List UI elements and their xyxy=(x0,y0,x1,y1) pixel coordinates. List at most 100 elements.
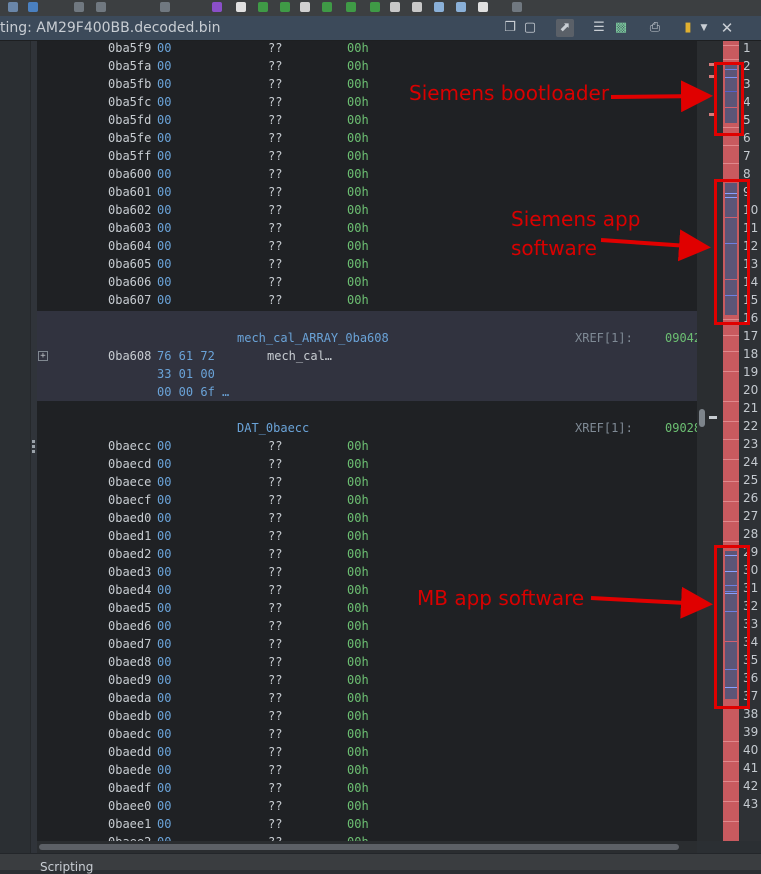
nav-separator xyxy=(723,421,739,422)
nav-separator xyxy=(723,163,739,164)
row-bytes: 00 xyxy=(157,691,172,705)
row-bytes: 00 xyxy=(157,239,172,253)
toolbar-icon[interactable] xyxy=(346,2,356,12)
row-bytes: 00 xyxy=(157,511,172,525)
row-bytes: 00 xyxy=(157,275,172,289)
toolbar-icon[interactable] xyxy=(370,2,380,12)
row-bytes: 00 xyxy=(157,257,172,271)
row-operand: 00h xyxy=(347,583,369,597)
toolbar-icon[interactable] xyxy=(512,2,522,12)
nav-separator xyxy=(723,351,739,352)
row-bytes: 00 xyxy=(157,583,172,597)
overview-bar[interactable] xyxy=(723,41,739,841)
toolbar-icon[interactable] xyxy=(412,2,422,12)
row-mnemonic: ?? xyxy=(268,619,283,633)
xref-address[interactable]: 09028 xyxy=(665,419,697,437)
row-address: 0baed0 xyxy=(108,511,152,525)
dropdown-icon[interactable]: ▼ xyxy=(698,19,710,37)
toolbar-icon[interactable] xyxy=(236,2,246,12)
listing-view[interactable]: mech_cal_ARRAY_0ba608 XREF[1]: 09042 + 0… xyxy=(37,41,697,841)
toolbar-icon[interactable] xyxy=(28,2,38,12)
bootloader-highlight xyxy=(714,62,744,136)
toolbar-icon[interactable] xyxy=(74,2,84,12)
row-bytes: 00 xyxy=(157,131,172,145)
row-bytes: 00 xyxy=(157,113,172,127)
scrollbar-thumb[interactable] xyxy=(699,409,705,427)
row-address: 0baed5 xyxy=(108,601,152,615)
row-mnemonic: ?? xyxy=(268,439,283,453)
row-bytes: 00 xyxy=(157,637,172,651)
toolbar-icon[interactable] xyxy=(96,2,106,12)
cursor-icon[interactable]: ⬈ xyxy=(556,19,574,37)
nav-separator xyxy=(723,501,739,502)
row-address: 0ba607 xyxy=(108,293,152,307)
row-operand: 00h xyxy=(347,239,369,253)
listing-options-icon[interactable]: ▮ xyxy=(680,19,696,37)
toolbar-icon[interactable] xyxy=(478,2,488,12)
row-address: 0baedd xyxy=(108,745,152,759)
array-label[interactable]: mech_cal_ARRAY_0ba608 xyxy=(237,329,389,347)
xref-address[interactable]: 09042 xyxy=(665,329,697,347)
line-number: 18 xyxy=(743,347,759,361)
line-number: 21 xyxy=(743,401,759,415)
row-bytes: 00 xyxy=(157,619,172,633)
row-bytes: 00 xyxy=(157,727,172,741)
close-icon[interactable]: ✕ xyxy=(718,19,736,37)
toolbar-icon[interactable] xyxy=(322,2,332,12)
line-number: 24 xyxy=(743,455,759,469)
row-operand: 00h xyxy=(347,799,369,813)
toolbar-icon[interactable] xyxy=(456,2,466,12)
mb-highlight xyxy=(714,545,750,709)
row-mnemonic: ?? xyxy=(268,41,283,55)
row-operand: 00h xyxy=(347,691,369,705)
toolbar-icon[interactable] xyxy=(258,2,268,12)
toolbar-icon[interactable] xyxy=(280,2,290,12)
toolbar-icon[interactable] xyxy=(390,2,400,12)
row-address: 0baedc xyxy=(108,727,152,741)
ascii-view-icon[interactable]: ▩ xyxy=(612,19,630,37)
toolbar-icon[interactable] xyxy=(300,2,310,12)
row-bytes: 00 xyxy=(157,817,172,831)
row-address: 0ba5ff xyxy=(108,149,152,163)
nav-separator xyxy=(723,459,739,460)
array-bytes: 76 61 72 xyxy=(157,349,215,363)
row-mnemonic: ?? xyxy=(268,763,283,777)
line-number: 23 xyxy=(743,437,759,451)
copy-icon[interactable]: ❐ xyxy=(502,19,518,37)
vertical-scrollbar[interactable] xyxy=(697,41,709,841)
row-mnemonic: ?? xyxy=(268,529,283,543)
row-address: 0baed2 xyxy=(108,547,152,561)
field-layout-icon[interactable]: ☰ xyxy=(590,19,608,37)
row-operand: 00h xyxy=(347,77,369,91)
row-mnemonic: ?? xyxy=(268,673,283,687)
row-operand: 00h xyxy=(347,439,369,453)
annotation-app-line1: Siemens app xyxy=(511,207,641,231)
toolbar-icon[interactable] xyxy=(160,2,170,12)
row-bytes: 00 xyxy=(157,833,171,841)
row-bytes: 00 xyxy=(157,493,172,507)
toolbar-icon[interactable] xyxy=(434,2,444,12)
row-operand: 00h xyxy=(347,511,369,525)
nav-separator xyxy=(723,821,739,822)
row-operand: 00h xyxy=(347,833,369,841)
row-address: 0ba5f9 xyxy=(108,41,152,55)
dat-label[interactable]: DAT_0baecc xyxy=(237,419,309,437)
line-number: 5 xyxy=(743,113,751,127)
row-mnemonic: ?? xyxy=(268,457,283,471)
toolbar-icon[interactable] xyxy=(8,2,18,12)
row-address: 0baeda xyxy=(108,691,152,705)
row-address: 0baed7 xyxy=(108,637,152,651)
line-number: 4 xyxy=(743,95,751,109)
scrollbar-thumb[interactable] xyxy=(39,844,679,850)
toolbar-icon[interactable] xyxy=(212,2,222,12)
row-bytes: 00 xyxy=(157,41,172,55)
nav-separator xyxy=(723,59,739,60)
row-bytes: 00 xyxy=(157,529,172,543)
horizontal-scrollbar[interactable] xyxy=(37,841,697,853)
row-address: 0ba5fb xyxy=(108,77,152,91)
row-bytes: 00 xyxy=(157,673,172,687)
paste-icon[interactable]: ▢ xyxy=(522,19,538,37)
snapshot-icon[interactable]: ⎙ xyxy=(646,19,664,37)
row-operand: 00h xyxy=(347,221,369,235)
expand-icon[interactable]: + xyxy=(38,351,48,361)
